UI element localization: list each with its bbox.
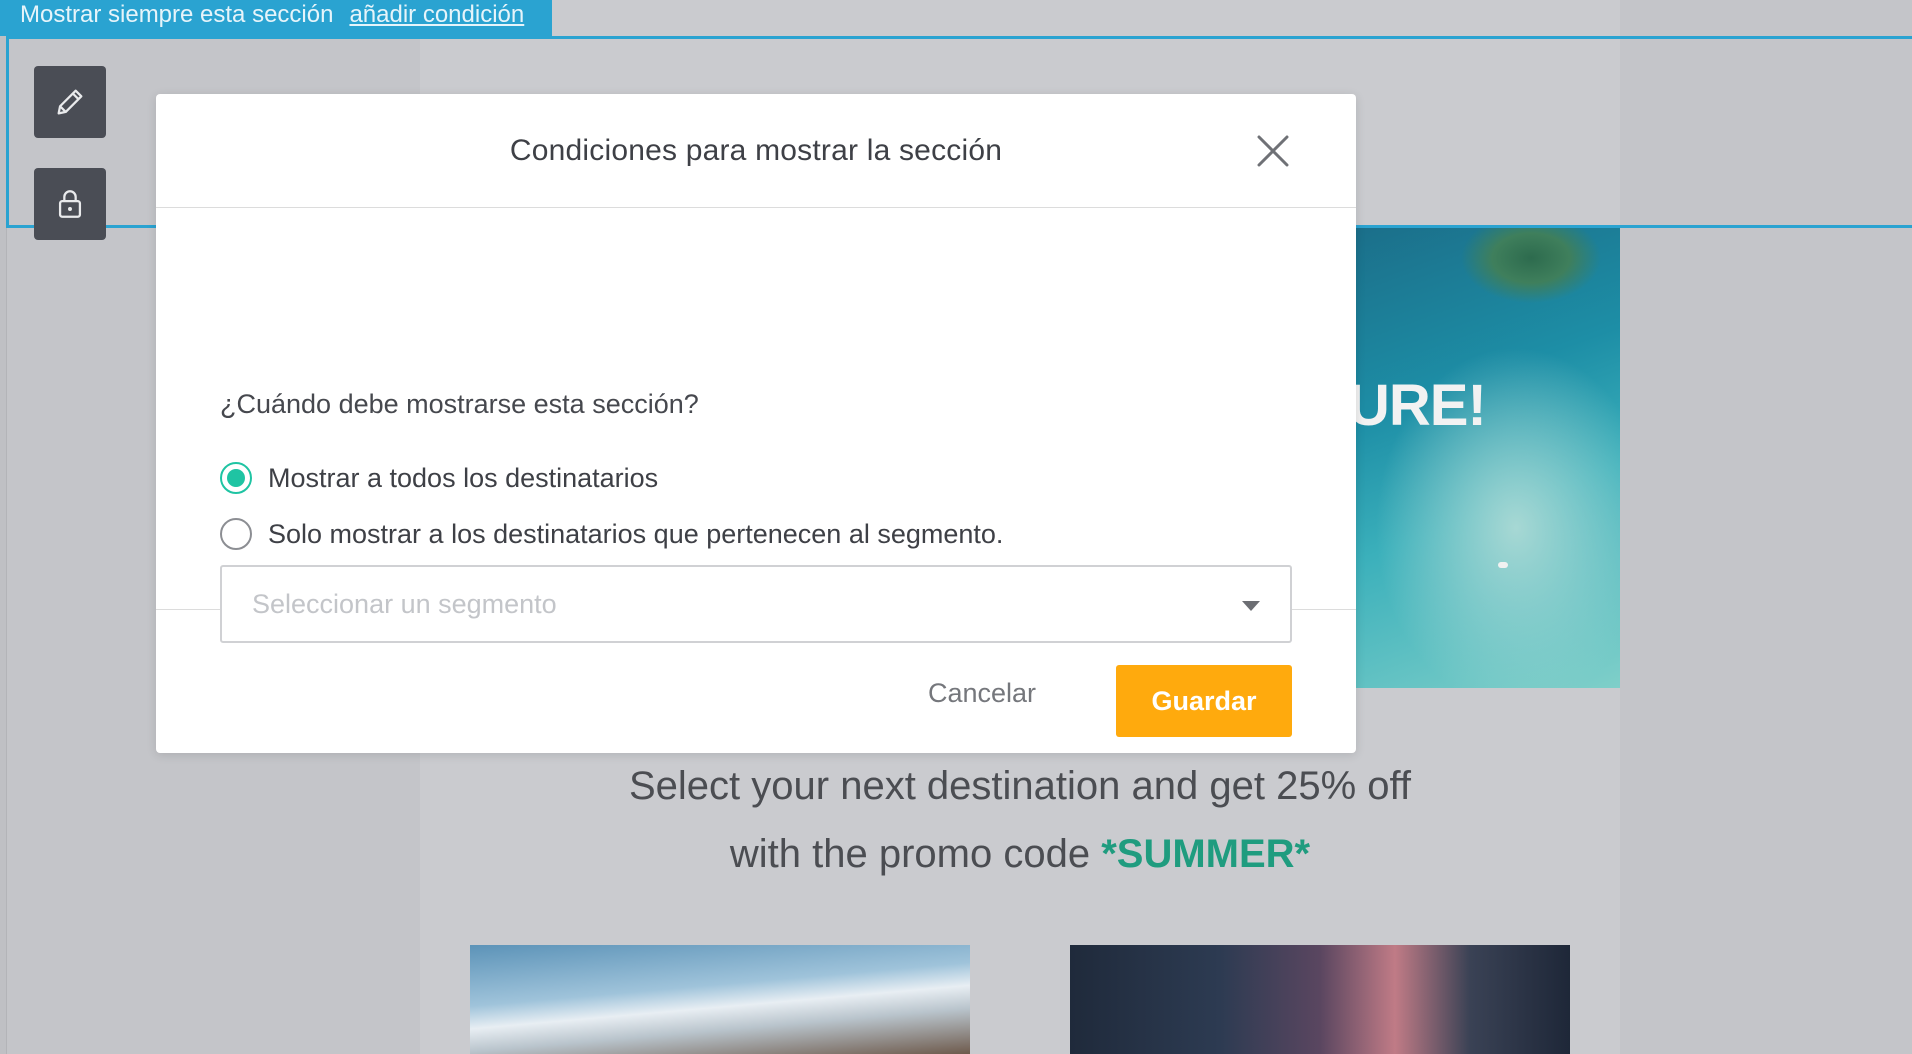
promo-code: *SUMMER*	[1101, 832, 1311, 876]
modal-title: Condiciones para mostrar la sección	[509, 133, 1003, 167]
modal-footer: Cancelar Guardar	[156, 610, 1356, 752]
close-icon	[1257, 135, 1289, 167]
hero-headline: URE!	[1348, 373, 1487, 438]
promo-text: Select your next destination and get 25%…	[420, 752, 1620, 888]
left-gutter	[0, 0, 7, 1054]
modal-header: Condiciones para mostrar la sección	[156, 94, 1356, 208]
hero-image	[1356, 228, 1620, 688]
radio-segment-recipients[interactable]	[220, 518, 252, 550]
option-segment-recipients[interactable]: Solo mostrar a los destinatarios que per…	[220, 518, 1003, 550]
lock-section-button[interactable]	[34, 168, 106, 240]
section-conditions-modal: Condiciones para mostrar la sección ¿Cuá…	[156, 94, 1356, 753]
radio-all-recipients[interactable]	[220, 462, 252, 494]
lock-icon	[58, 190, 82, 218]
edit-section-button[interactable]	[34, 66, 106, 138]
pencil-icon	[57, 89, 83, 115]
option-all-recipients-label: Mostrar a todos los destinatarios	[268, 462, 659, 493]
close-button[interactable]	[1254, 132, 1292, 170]
city-thumbnail	[1070, 945, 1570, 1054]
promo-line-2-prefix: with the promo code	[729, 832, 1102, 876]
email-editor: Mostrar siempre esta sección añadir cond…	[0, 0, 1912, 1054]
mountain-thumbnail	[470, 945, 970, 1054]
promo-line-2: with the promo code *SUMMER*	[420, 820, 1620, 888]
section-condition-status: Mostrar siempre esta sección	[20, 1, 334, 28]
promo-line-1: Select your next destination and get 25%…	[628, 764, 1411, 808]
add-condition-link[interactable]: añadir condición	[349, 0, 524, 30]
cancel-button[interactable]: Cancelar	[908, 666, 1056, 720]
option-all-recipients[interactable]: Mostrar a todos los destinatarios	[220, 462, 658, 494]
section-condition-bar: Mostrar siempre esta sección añadir cond…	[0, 0, 552, 36]
save-button[interactable]: Guardar	[1116, 665, 1292, 737]
modal-body: ¿Cuándo debe mostrarse esta sección? Mos…	[156, 208, 1356, 643]
visibility-question: ¿Cuándo debe mostrarse esta sección?	[220, 389, 699, 419]
option-segment-recipients-label: Solo mostrar a los destinatarios que per…	[268, 518, 1004, 549]
boat-detail	[1498, 562, 1508, 568]
